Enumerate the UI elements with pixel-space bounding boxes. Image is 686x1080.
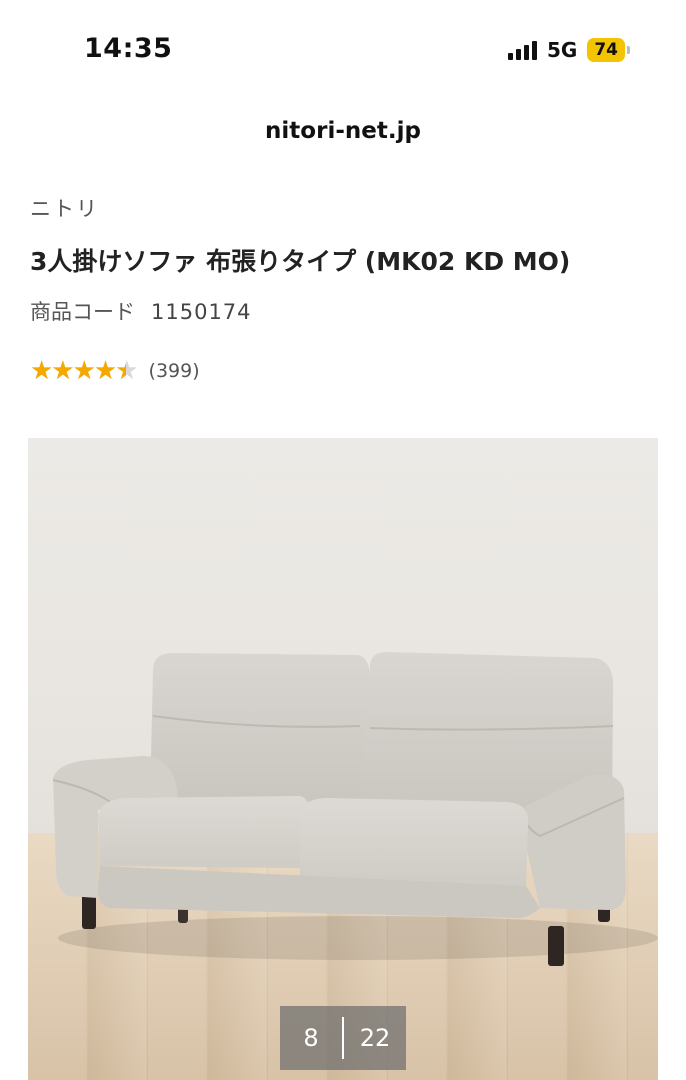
product-title: 3人掛けソファ 布張りタイプ (MK02 KD MO) (30, 247, 571, 276)
image-counter: 8 22 (280, 1006, 406, 1070)
network-label: 5G (546, 38, 578, 62)
product-image-gallery[interactable]: 8 22 (28, 438, 658, 1080)
total-image-count: 22 (359, 1024, 391, 1052)
star-rating-icon: ★★★★★ ★★★★★ (30, 356, 139, 386)
status-bar: 14:35 5G 74 (0, 0, 686, 100)
battery-level: 74 (587, 38, 625, 62)
product-rating[interactable]: ★★★★★ ★★★★★ (399) (30, 356, 200, 386)
product-brand[interactable]: ニトリ (30, 193, 99, 223)
review-count[interactable]: (399) (149, 360, 200, 382)
signal-bars-icon (507, 40, 537, 60)
product-code: 商品コード 1150174 (30, 296, 252, 326)
product-code-value: 1150174 (151, 300, 252, 324)
sofa-product-image (52, 652, 658, 966)
status-time: 14:35 (84, 33, 173, 64)
address-bar-url[interactable]: nitori-net.jp (0, 118, 686, 144)
status-indicators: 5G 74 (507, 38, 630, 62)
battery-icon: 74 (587, 38, 630, 62)
current-image-number: 8 (303, 1024, 319, 1052)
product-code-label: 商品コード (30, 300, 135, 324)
